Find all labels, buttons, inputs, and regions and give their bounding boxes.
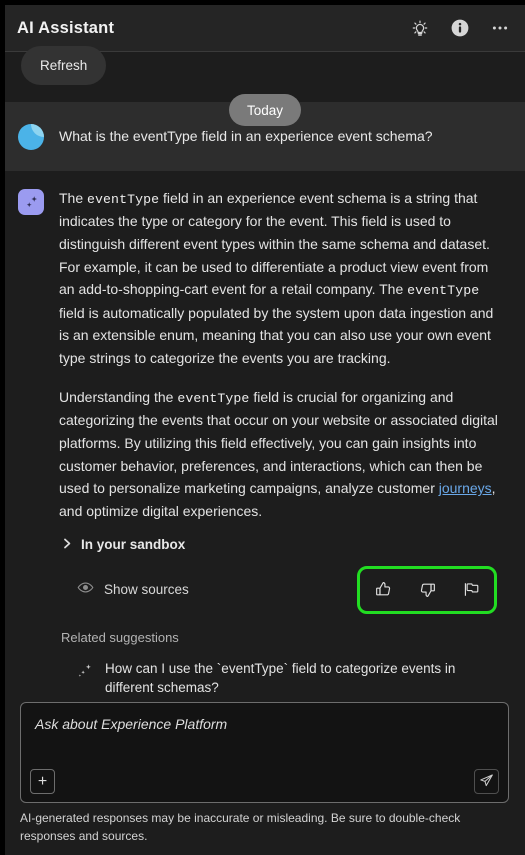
page-title: AI Assistant: [17, 18, 115, 37]
related-suggestions-title: Related suggestions: [61, 629, 179, 645]
ai-assistant-panel: AI Assistant Refresh Today What is the e…: [0, 0, 525, 855]
conversation-toolbar: Refresh Today: [0, 46, 525, 126]
assistant-paragraph-2: Understanding the eventType field is cru…: [59, 386, 505, 523]
feedback-button-group: [357, 565, 497, 614]
more-options-icon[interactable]: [489, 17, 511, 39]
para1-seg1: The: [59, 190, 88, 206]
in-your-sandbox-label: In your sandbox: [81, 536, 186, 552]
header-actions: [409, 17, 511, 39]
eye-icon: [77, 581, 94, 599]
window-left-edge: [0, 5, 5, 855]
para1-code2: eventType: [407, 283, 480, 299]
ai-disclaimer: AI-generated responses may be inaccurate…: [20, 811, 461, 843]
send-icon: [479, 773, 494, 791]
show-sources-button[interactable]: Show sources: [59, 581, 189, 599]
refresh-button[interactable]: Refresh: [21, 46, 107, 85]
lightbulb-icon[interactable]: [409, 17, 431, 39]
list-item[interactable]: How can I use the `eventType` field to c…: [59, 653, 505, 704]
para1-seg3: field is automatically populated by the …: [59, 304, 494, 367]
composer-placeholder: Ask about Experience Platform: [35, 716, 228, 733]
assistant-message: The eventType field in an experience eve…: [0, 171, 525, 763]
in-your-sandbox-toggle[interactable]: In your sandbox: [62, 537, 505, 552]
journeys-link[interactable]: journeys: [439, 480, 492, 496]
thumbs-up-icon[interactable]: [366, 573, 400, 607]
panel-header: AI Assistant: [0, 5, 525, 52]
chevron-right-icon: [62, 537, 73, 552]
user-message-text: What is the eventType field in an experi…: [59, 128, 433, 144]
message-composer[interactable]: Ask about Experience Platform +: [20, 702, 509, 804]
para2-seg1: Understanding the: [59, 388, 178, 405]
conversation-thread: What is the eventType field in an experi…: [0, 102, 525, 763]
add-attachment-button[interactable]: +: [30, 769, 55, 795]
info-icon[interactable]: [449, 17, 471, 39]
user-avatar: [18, 124, 44, 150]
sources-feedback-row: Show sources: [59, 565, 505, 614]
assistant-paragraph-1: The eventType field in an experience eve…: [59, 187, 505, 370]
send-button[interactable]: [474, 769, 499, 795]
suggestion-text: How can I use the `eventType` field to c…: [105, 660, 456, 696]
ai-sparkle-avatar: [18, 189, 44, 215]
today-chip[interactable]: Today: [229, 94, 302, 126]
flag-icon[interactable]: [454, 573, 488, 607]
para2-code1: eventType: [177, 390, 250, 406]
assistant-response-body: The eventType field in an experience eve…: [59, 187, 505, 755]
composer-area: Ask about Experience Platform + AI-gener…: [0, 702, 525, 855]
para1-code1: eventType: [87, 192, 160, 207]
thumbs-down-icon[interactable]: [410, 573, 444, 607]
sparkle-icon: [77, 662, 95, 685]
show-sources-label: Show sources: [104, 582, 189, 598]
